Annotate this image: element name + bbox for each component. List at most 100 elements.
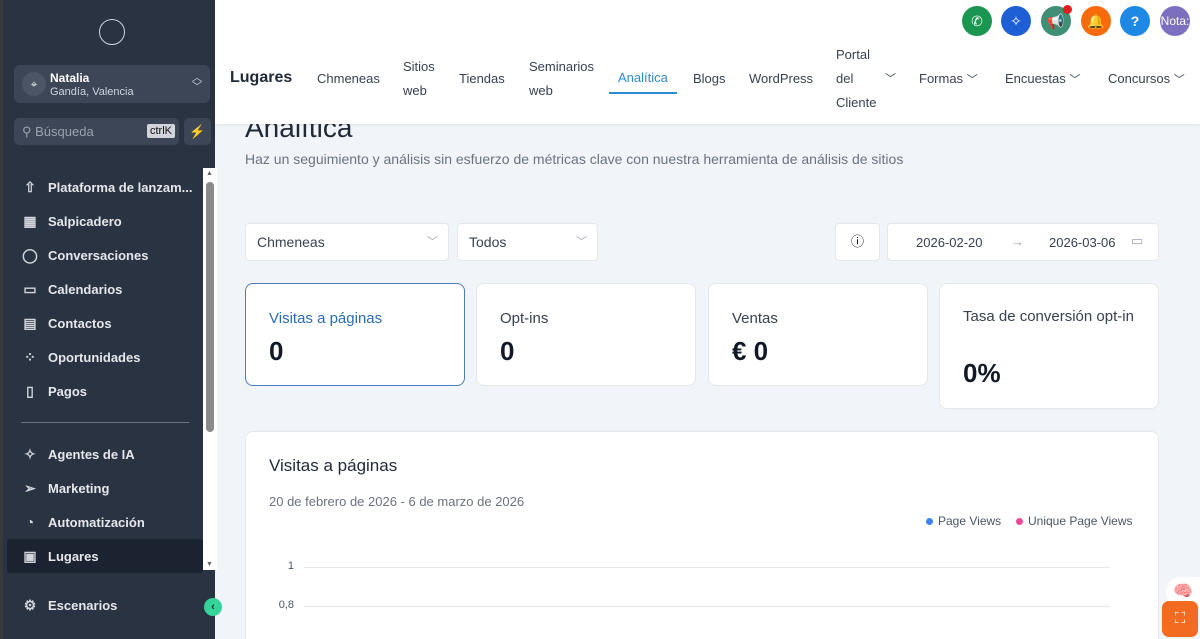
scroll-down-icon[interactable]: ▼ (206, 561, 213, 568)
page-visits-chart: Visitas a páginas 20 de febrero de 2026 … (245, 431, 1159, 639)
top-bar: ✆ ✧ 📢 🔔 ? Nota: Lugares Chmeneas Sitios … (215, 0, 1200, 124)
notification-dot (1063, 5, 1072, 14)
tab-concursos[interactable]: Concursos ﹀ (1108, 67, 1185, 92)
legend-dot (926, 518, 933, 525)
stat-value: 0 (269, 336, 284, 366)
logo (99, 19, 125, 45)
sidebar-item-conversations[interactable]: ◯ Conversaciones (3, 238, 203, 272)
date-range-picker[interactable]: 2026-02-20 → 2026-03-06 ▭ (887, 223, 1159, 261)
tab-portal-del-cliente[interactable]: Portal del Cliente (836, 43, 880, 115)
sidebar-item-marketing[interactable]: ➢ Marketing (3, 471, 203, 505)
stat-card-conversion-rate[interactable]: Tasa de conversión opt-in 0% (939, 283, 1159, 409)
sites-icon: ▣ (23, 547, 37, 564)
search-input[interactable]: ⚲ Búsqueda ctrlK (14, 118, 179, 145)
page-select[interactable]: Todos ﹀ (457, 223, 598, 261)
info-icon: ⓘ (850, 234, 864, 249)
y-tick: 0,8 (278, 599, 294, 611)
gear-icon: ⚙ (23, 596, 37, 613)
megaphone-icon[interactable]: 📢 (1041, 5, 1072, 36)
sidebar-item-sites[interactable]: ▣ Lugares (7, 539, 203, 573)
chat-icon: ◯ (22, 246, 38, 263)
account-switcher[interactable]: ⌖ Natalia Gandía, Valencia ︿ ﹀ (14, 65, 210, 103)
tab-label: Formas (919, 71, 964, 86)
sidebar-item-label: Marketing (48, 480, 110, 496)
automation-icon: ◔ (25, 514, 35, 530)
tab-wordpress[interactable]: WordPress (749, 67, 813, 91)
chevron-down-icon: ﹀ (1069, 74, 1081, 86)
help-icon[interactable]: ? (1120, 6, 1150, 36)
site-select[interactable]: Chmeneas ﹀ (245, 223, 449, 261)
send-icon: ➢ (24, 479, 36, 496)
sidebar-item-dashboard[interactable]: ▦ Salpicadero (3, 204, 203, 238)
screenshot-capture-icon[interactable]: ⛶ (1162, 601, 1198, 637)
sidebar-item-label: Agentes de IA (48, 446, 135, 462)
legend-unique-page-views[interactable]: Unique Page Views (1016, 514, 1133, 528)
main-content: Analítica Haz un seguimiento y análisis … (215, 124, 1200, 639)
legend-label: Page Views (938, 514, 1002, 528)
date-start: 2026-02-20 (916, 235, 983, 250)
sidebar-item-settings[interactable]: ⚙ Escenarios (3, 588, 203, 622)
grid-icon: ▦ (23, 212, 37, 229)
sidebar-item-automation[interactable]: ◔ Automatización (3, 505, 203, 539)
sidebar: ⌖ Natalia Gandía, Valencia ︿ ﹀ ⚲ Búsqueda… (0, 0, 217, 639)
chevron-updown-icon: ︿ ﹀ (192, 73, 202, 93)
tab-sitios-web[interactable]: Sitios web (403, 55, 443, 103)
shortcut-badge: ctrlK (147, 124, 175, 138)
opportunities-icon: ⁘ (24, 348, 36, 365)
search-placeholder: Búsqueda (35, 124, 94, 139)
sidebar-item-label: Conversaciones (48, 247, 149, 263)
ai-sparkle-icon[interactable]: ✧ (1001, 6, 1031, 36)
bell-icon[interactable]: 🔔 (1081, 6, 1111, 36)
tab-seminarios-web[interactable]: Seminarios web (529, 55, 601, 103)
tab-encuestas[interactable]: Encuestas ﹀ (1005, 67, 1080, 92)
sidebar-item-launchpad[interactable]: ⇧ Plataforma de lanzam... (3, 170, 203, 204)
calendar-icon: ▭ (23, 280, 37, 297)
quick-action-bolt-icon[interactable]: ⚡ (184, 118, 211, 145)
sidebar-item-calendars[interactable]: ▭ Calendarios (3, 272, 203, 306)
tab-analitica[interactable]: Analítica (609, 66, 677, 94)
sidebar-item-ai-agents[interactable]: ✧ Agentes de IA (3, 437, 203, 471)
sidebar-item-label: Pagos (48, 383, 88, 399)
stat-label: Ventas (732, 310, 778, 327)
stat-card-sales[interactable]: Ventas € 0 (708, 283, 928, 386)
chart-date-range: 20 de febrero de 2026 - 6 de marzo de 20… (269, 494, 525, 509)
tab-formas[interactable]: Formas ﹀ (919, 67, 978, 92)
stat-card-opt-ins[interactable]: Opt-ins 0 (476, 283, 696, 386)
stat-label: Tasa de conversión opt-in (963, 308, 1134, 325)
account-name: Natalia (50, 71, 90, 85)
sidebar-item-label: Plataforma de lanzam... (48, 179, 193, 195)
page-subtitle: Haz un seguimiento y análisis sin esfuer… (245, 151, 904, 167)
sidebar-nav: ⇧ Plataforma de lanzam... ▦ Salpicadero ◯ C… (3, 170, 203, 573)
tab-label: Encuestas (1005, 71, 1066, 86)
stat-card-page-visits[interactable]: Visitas a páginas 0 (245, 283, 465, 386)
sidebar-item-label: Escenarios (48, 597, 118, 613)
tab-blogs[interactable]: Blogs (693, 67, 726, 91)
sparkle-icon: ✧ (24, 445, 36, 462)
phone-icon[interactable]: ✆ (962, 6, 992, 36)
contacts-icon: ▤ (23, 314, 37, 331)
legend-dot (1016, 518, 1023, 525)
legend-page-views[interactable]: Page Views (926, 514, 1001, 528)
scroll-up-icon[interactable]: ▲ (206, 170, 213, 177)
sidebar-item-opportunities[interactable]: ⁘ Oportunidades (3, 340, 203, 374)
scroll-thumb[interactable] (206, 182, 214, 432)
avatar[interactable]: Nota: (1160, 6, 1190, 36)
tab-tiendas[interactable]: Tiendas (459, 67, 505, 91)
stat-value: 0 (500, 336, 515, 366)
chevron-down-icon[interactable]: ﹀ (885, 67, 896, 91)
stat-value: € 0 (732, 336, 769, 366)
sidebar-item-payments[interactable]: ▯ Pagos (3, 374, 203, 408)
date-end: 2026-03-06 (1049, 235, 1116, 250)
sidebar-item-contacts[interactable]: ▤ Contactos (3, 306, 203, 340)
stat-label: Visitas a páginas (269, 310, 383, 327)
chart-title: Visitas a páginas (269, 456, 398, 475)
info-button[interactable]: ⓘ (835, 223, 880, 261)
sidebar-item-label: Salpicadero (48, 213, 122, 229)
sidebar-item-label: Oportunidades (48, 349, 141, 365)
sidebar-item-label: Lugares (48, 548, 99, 564)
location-icon: ⌖ (22, 72, 46, 96)
tab-chmeneas[interactable]: Chmeneas (317, 67, 380, 91)
chevron-down-icon: ﹀ (1173, 74, 1185, 86)
calendar-icon: ▭ (1131, 233, 1144, 248)
gridline (304, 567, 1110, 568)
